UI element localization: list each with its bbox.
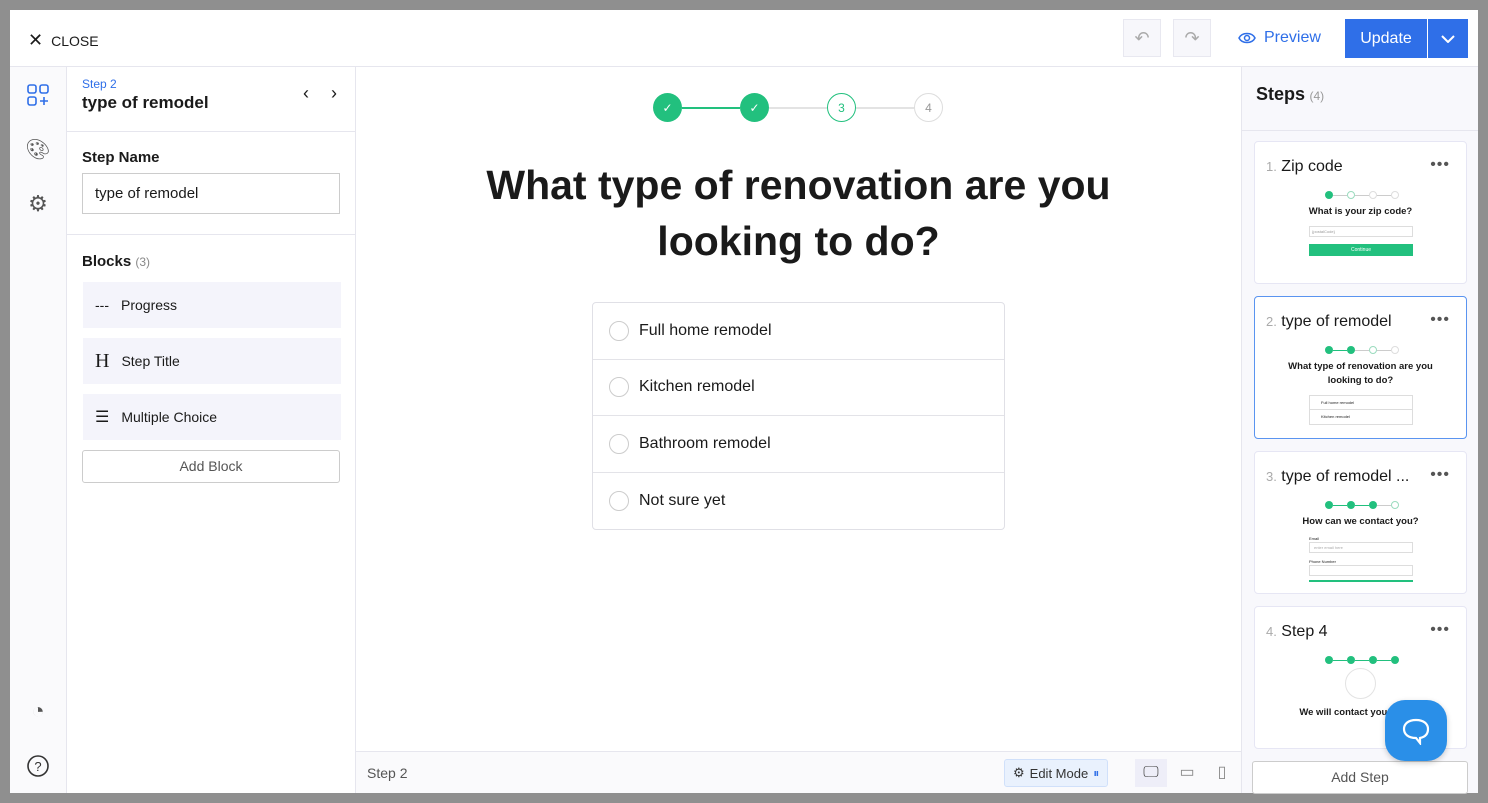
- more-icon[interactable]: •••: [1430, 466, 1450, 484]
- block-multiple-choice[interactable]: ☰ Multiple Choice: [83, 394, 341, 440]
- edit-mode-toggle[interactable]: ⚙ Edit Mode ⏸: [1004, 759, 1109, 787]
- add-step-button[interactable]: Add Step: [1252, 761, 1468, 794]
- redo-icon: ↷: [1184, 27, 1200, 48]
- prev-step-icon[interactable]: ‹: [303, 83, 309, 104]
- steps-title: Steps: [1256, 84, 1306, 104]
- update-dropdown-button[interactable]: [1428, 19, 1468, 58]
- option-item[interactable]: Kitchen remodel: [593, 360, 1004, 416]
- more-icon[interactable]: •••: [1430, 156, 1450, 174]
- next-step-icon[interactable]: ›: [331, 83, 337, 104]
- canvas-footer: Step 2 ⚙ Edit Mode ⏸ 🖵︎ ▭ ▯: [356, 751, 1241, 793]
- tablet-view-button[interactable]: ▭: [1171, 759, 1203, 787]
- radio-icon: [609, 377, 629, 398]
- progress-step-complete: ✓: [653, 93, 682, 122]
- chat-icon: [1402, 718, 1430, 745]
- options-list: Full home remodel Kitchen remodel Bathro…: [592, 302, 1005, 530]
- radio-icon: [609, 433, 629, 454]
- gear-icon[interactable]: ⚙: [24, 190, 52, 218]
- eye-icon: [1238, 32, 1256, 44]
- progress-step-complete: ✓: [740, 93, 769, 122]
- dashes-icon: ---: [95, 297, 109, 313]
- block-progress[interactable]: --- Progress: [83, 282, 341, 328]
- undo-button[interactable]: ↶: [1123, 19, 1161, 57]
- blocks-label: Blocks: [82, 253, 132, 270]
- mobile-view-button[interactable]: ▯: [1206, 759, 1238, 787]
- more-icon[interactable]: •••: [1430, 311, 1450, 329]
- block-step-title[interactable]: H Step Title: [83, 338, 341, 384]
- chevron-down-icon: [1441, 34, 1455, 43]
- progress-step-current: 3: [827, 93, 856, 122]
- footer-step-label: Step 2: [367, 765, 408, 781]
- add-block-button[interactable]: Add Block: [82, 450, 340, 483]
- update-button[interactable]: Update: [1345, 19, 1427, 58]
- help-icon[interactable]: ?: [24, 752, 52, 780]
- sidebar-rail: 🎨︎ ⚙ ◔ ?: [10, 67, 67, 793]
- close-button[interactable]: ✕ CLOSE: [28, 30, 99, 51]
- undo-icon: ↶: [1134, 27, 1150, 48]
- gear-icon: ⚙: [1013, 765, 1025, 780]
- desktop-view-button[interactable]: 🖵︎: [1135, 759, 1167, 787]
- radio-icon: [609, 490, 629, 511]
- palette-icon[interactable]: 🎨︎: [24, 135, 52, 163]
- option-item[interactable]: Full home remodel: [593, 303, 1004, 360]
- progress-step: 4: [914, 93, 943, 122]
- svg-text:?: ?: [34, 759, 41, 774]
- step-card[interactable]: 1. Zip code ••• What is your zip code? {…: [1254, 141, 1467, 284]
- step-card-selected[interactable]: 2. type of remodel ••• What type of reno…: [1254, 296, 1467, 439]
- steps-panel: Steps (4) 1. Zip code ••• What is your z…: [1241, 67, 1478, 794]
- option-item[interactable]: Not sure yet: [593, 473, 1004, 530]
- step-name-label: Step Name: [82, 149, 160, 166]
- step-name-input[interactable]: type of remodel: [82, 173, 340, 214]
- step-settings-panel: Step 2 type of remodel ‹ › Step Name typ…: [67, 67, 356, 793]
- more-icon[interactable]: •••: [1430, 621, 1450, 639]
- step-title: type of remodel: [82, 93, 209, 112]
- close-icon: ✕: [28, 30, 44, 50]
- step-card[interactable]: 3. type of remodel ... ••• How can we co…: [1254, 451, 1467, 594]
- canvas: ✓ ✓ 3 4 What type of renovation are you …: [356, 67, 1241, 793]
- blocks-count: (3): [135, 255, 151, 269]
- progress-indicator: ✓ ✓ 3 4: [653, 93, 943, 122]
- top-bar: ✕ CLOSE ↶ ↷ Preview Update: [10, 10, 1478, 67]
- redo-button[interactable]: ↷: [1173, 19, 1211, 57]
- list-icon: ☰: [95, 409, 110, 426]
- pause-icon: ⏸: [1093, 765, 1100, 780]
- heading-icon: H: [95, 349, 110, 372]
- add-block-icon[interactable]: [24, 81, 52, 109]
- form-editor-modal: ✕ CLOSE ↶ ↷ Preview Update 🎨︎ ⚙ ◔ ? Step …: [10, 10, 1478, 794]
- step-label: Step 2: [82, 77, 117, 91]
- preview-button[interactable]: Preview: [1238, 29, 1321, 47]
- option-item[interactable]: Bathroom remodel: [593, 416, 1004, 473]
- steps-count: (4): [1309, 89, 1325, 103]
- history-icon[interactable]: ◔: [24, 697, 52, 725]
- question-title: What type of renovation are you looking …: [486, 162, 1111, 264]
- chat-support-button[interactable]: [1385, 700, 1447, 761]
- radio-icon: [609, 320, 629, 341]
